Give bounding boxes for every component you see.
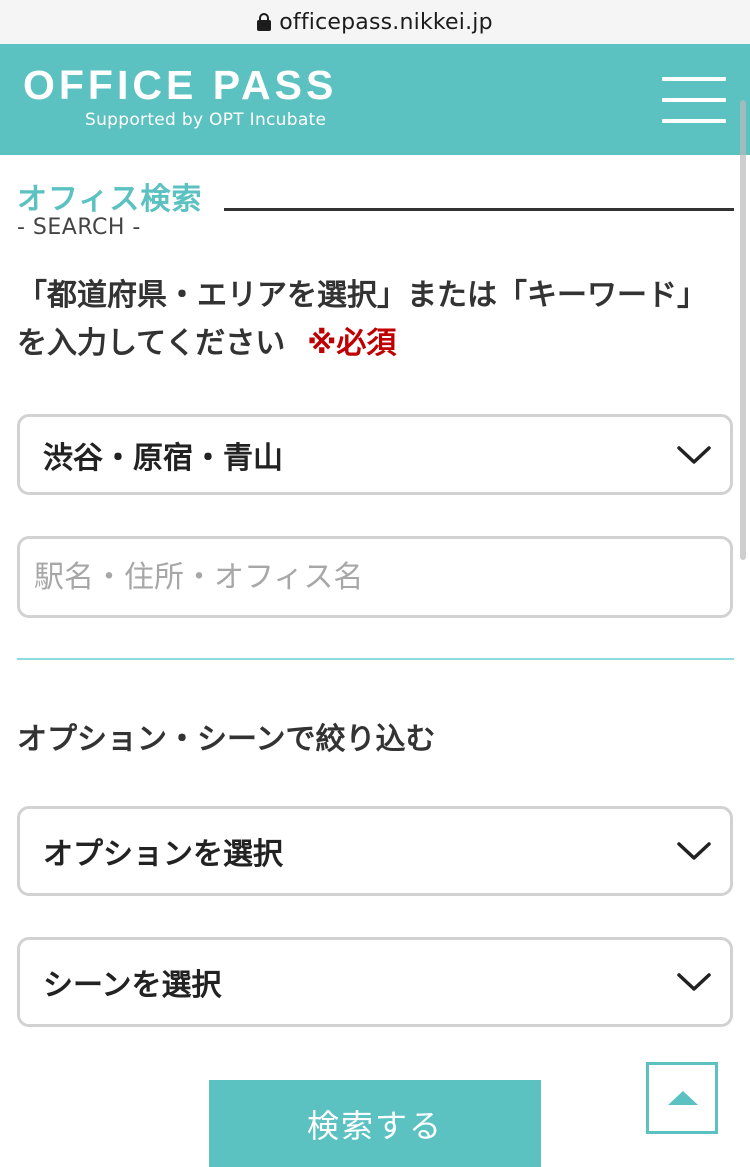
url-text: officepass.nikkei.jp: [279, 9, 493, 35]
hamburger-menu-icon[interactable]: [662, 77, 726, 123]
option-select[interactable]: オプションを選択: [17, 806, 733, 896]
scene-select[interactable]: シーンを選択: [17, 937, 733, 1027]
search-button[interactable]: 検索する: [209, 1080, 541, 1167]
search-instruction: 「都道府県・エリアを選択」または「キーワード」を入力してください ※必須: [17, 272, 717, 368]
required-mark: ※必須: [307, 326, 397, 361]
section-subtitle: - SEARCH -: [17, 215, 141, 240]
area-select[interactable]: 渋谷・原宿・青山: [17, 414, 733, 495]
chevron-down-icon: [677, 973, 711, 991]
area-select-value: 渋谷・原宿・青山: [43, 440, 283, 476]
back-to-top-button[interactable]: [646, 1062, 718, 1134]
lock-icon: [257, 13, 272, 31]
logo[interactable]: OFFICE PASS: [23, 62, 337, 109]
section-divider: [17, 658, 734, 660]
section-title-underline: [224, 208, 734, 211]
chevron-down-icon: [677, 445, 711, 464]
filter-heading: オプション・シーンで絞り込む: [17, 722, 436, 757]
section-title: オフィス検索: [17, 182, 203, 217]
browser-url-bar[interactable]: officepass.nikkei.jp: [0, 0, 750, 44]
logo-subtitle: Supported by OPT Incubate: [85, 110, 327, 130]
arrow-up-icon: [668, 1091, 698, 1105]
chevron-down-icon: [677, 842, 711, 860]
site-header: OFFICE PASS Supported by OPT Incubate: [0, 44, 750, 155]
scene-select-value: シーンを選択: [43, 968, 222, 1003]
option-select-value: オプションを選択: [43, 837, 283, 872]
keyword-input[interactable]: [17, 536, 733, 618]
scrollbar[interactable]: [740, 100, 746, 560]
